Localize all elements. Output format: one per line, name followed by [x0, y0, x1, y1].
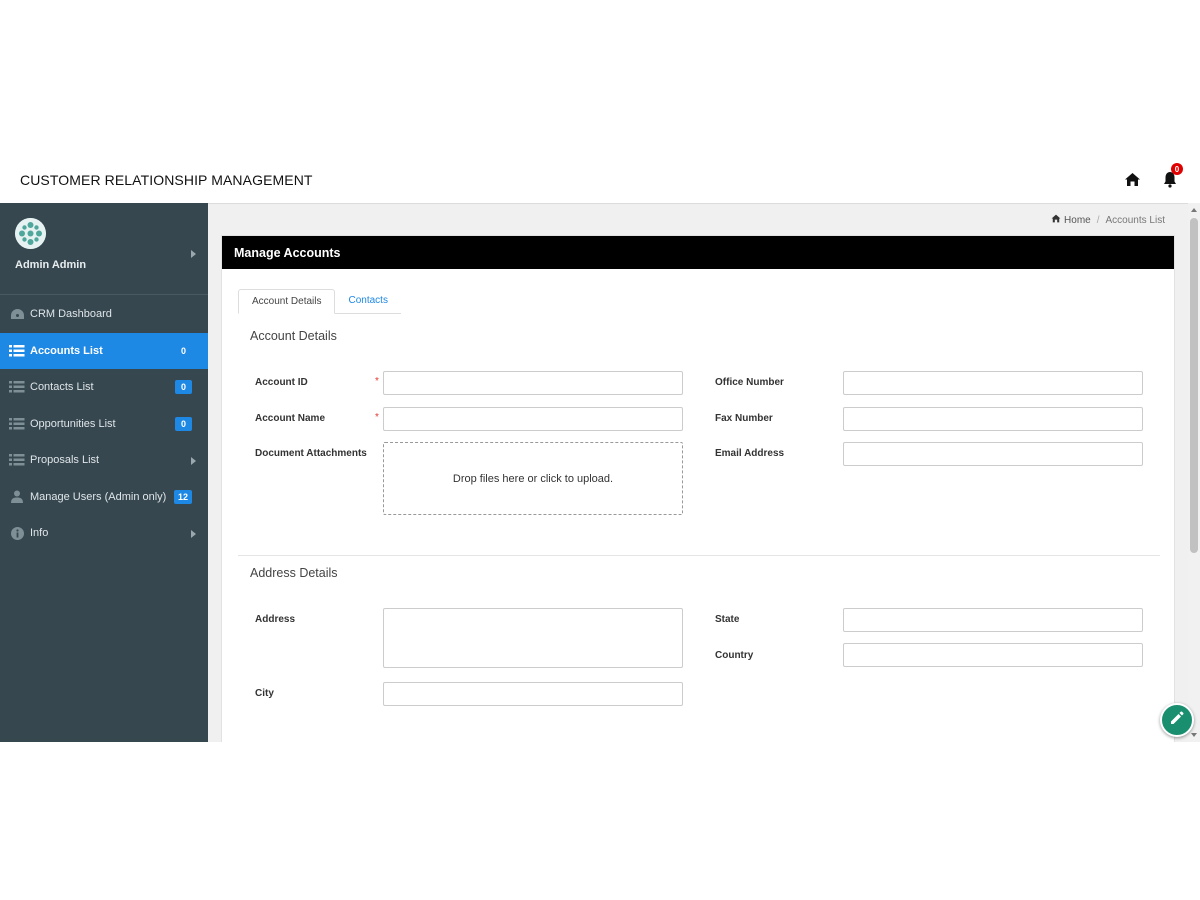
breadcrumb-home-link[interactable]: Home [1064, 215, 1091, 226]
office-number-label: Office Number [715, 377, 784, 388]
city-label: City [255, 688, 274, 699]
sidebar-item-contacts-list[interactable]: Contacts List 0 [0, 369, 208, 406]
document-attachments-label: Document Attachments [255, 448, 367, 459]
dashboard-icon [9, 307, 25, 321]
caret-right-icon [191, 245, 196, 263]
manage-accounts-panel: Manage Accounts Account Details Contacts… [221, 235, 1175, 742]
account-id-input[interactable] [383, 371, 683, 395]
sidebar-item-label: Info [30, 527, 49, 540]
sidebar-item-manage-users[interactable]: Manage Users (Admin only) 12 [0, 479, 208, 516]
fax-number-input[interactable] [843, 407, 1143, 431]
main-content: Home / Accounts List Manage Accounts Acc… [208, 203, 1188, 742]
address-textarea[interactable] [383, 608, 683, 668]
required-mark: * [375, 376, 379, 387]
list-icon [9, 380, 25, 394]
account-name-label: Account Name [255, 413, 326, 424]
caret-right-icon [191, 529, 196, 541]
scroll-thumb[interactable] [1190, 218, 1198, 553]
sidebar-item-accounts-list[interactable]: Accounts List 0 [0, 332, 208, 369]
account-id-label: Account ID [255, 377, 308, 388]
scroll-down-arrow[interactable] [1191, 733, 1197, 737]
email-address-label: Email Address [715, 448, 785, 459]
sidebar: Admin Admin CRM Dashboard Accounts List … [0, 203, 208, 742]
country-label: Country [715, 650, 754, 661]
dropzone-text: Drop files here or click to upload. [452, 472, 614, 485]
sidebar-item-label: Opportunities List [30, 417, 116, 430]
count-badge: 12 [173, 489, 192, 504]
count-badge: 0 [180, 345, 186, 356]
profile-name: Admin Admin [15, 259, 87, 271]
sidebar-item-label: Proposals List [30, 454, 100, 467]
list-icon [9, 453, 25, 467]
tab-account-details[interactable]: Account Details [238, 289, 336, 314]
count-badge: 0 [175, 380, 192, 394]
caret-right-icon [191, 456, 196, 468]
state-label: State [715, 614, 740, 625]
address-label: Address [255, 614, 296, 625]
section-divider [238, 555, 1160, 556]
office-number-input[interactable] [843, 371, 1143, 395]
top-header: CUSTOMER RELATIONSHIP MANAGEMENT 0 [0, 157, 1200, 203]
address-details-heading: Address Details [250, 566, 338, 580]
home-icon[interactable] [1122, 169, 1142, 189]
sidebar-item-info[interactable]: Info [0, 515, 208, 552]
header-actions: 0 [1122, 163, 1183, 189]
info-icon [9, 526, 25, 540]
city-input[interactable] [383, 682, 683, 706]
scroll-up-arrow[interactable] [1191, 208, 1197, 212]
account-details-heading: Account Details [250, 329, 337, 343]
pencil-icon [1169, 710, 1185, 731]
breadcrumb: Home / Accounts List [1051, 214, 1165, 226]
count-badge: 0 [175, 416, 192, 431]
sidebar-nav: CRM Dashboard Accounts List 0 Contacts L… [0, 296, 208, 552]
list-icon [9, 344, 25, 358]
bell-icon[interactable]: 0 [1160, 163, 1183, 189]
edit-fab-button[interactable] [1160, 703, 1194, 737]
state-input[interactable] [843, 608, 1143, 632]
page-scrollbar[interactable] [1188, 203, 1200, 742]
avatar [15, 218, 46, 249]
sidebar-item-label: Manage Users (Admin only) [30, 490, 167, 503]
sidebar-item-proposals-list[interactable]: Proposals List [0, 442, 208, 479]
breadcrumb-separator: / [1096, 214, 1100, 226]
crm-app: CUSTOMER RELATIONSHIP MANAGEMENT 0 Admin… [0, 157, 1200, 742]
sidebar-item-label: Contacts List [30, 381, 94, 394]
email-address-input[interactable] [843, 442, 1143, 466]
file-dropzone[interactable]: Drop files here or click to upload. [383, 442, 683, 515]
sidebar-item-label: CRM Dashboard [30, 308, 112, 321]
list-icon [9, 417, 25, 431]
sidebar-item-crm-dashboard[interactable]: CRM Dashboard [0, 296, 208, 333]
panel-title: Manage Accounts [222, 236, 1174, 269]
user-icon [9, 490, 25, 504]
breadcrumb-current: Accounts List [1105, 214, 1165, 226]
account-name-input[interactable] [383, 407, 683, 431]
tab-contacts[interactable]: Contacts [335, 289, 401, 314]
home-icon [1051, 214, 1061, 226]
sidebar-item-opportunities-list[interactable]: Opportunities List 0 [0, 406, 208, 443]
app-title: CUSTOMER RELATIONSHIP MANAGEMENT [20, 172, 313, 188]
fax-number-label: Fax Number [715, 413, 773, 424]
form-tabs: Account Details Contacts [238, 289, 401, 314]
user-profile[interactable]: Admin Admin [0, 203, 208, 295]
sidebar-item-label: Accounts List [30, 344, 103, 357]
country-input[interactable] [843, 643, 1143, 667]
notification-badge: 0 [1171, 163, 1183, 175]
required-mark: * [375, 412, 379, 423]
